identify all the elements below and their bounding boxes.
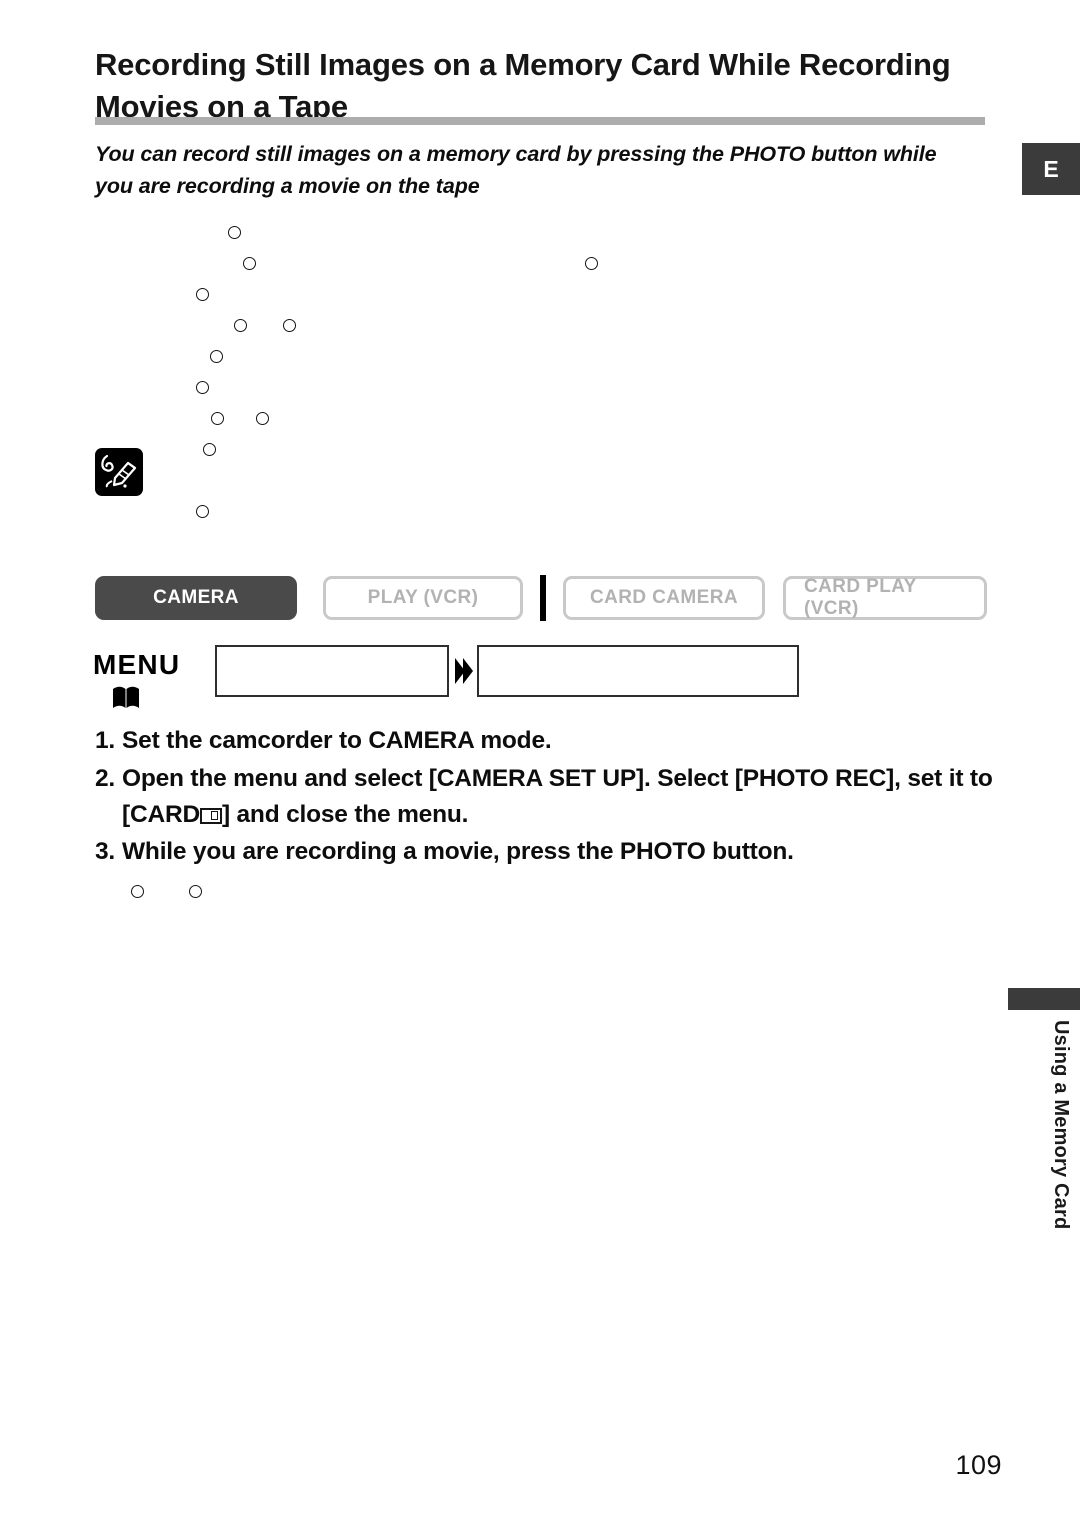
note-bullet: [196, 288, 209, 301]
note-bullet: [211, 412, 224, 425]
page-number: 109: [955, 1450, 1002, 1480]
note-bullet: [585, 257, 598, 270]
menu-box-first[interactable]: [215, 645, 449, 697]
lead-line-2: you are recording a movie on the tape: [95, 174, 480, 199]
steps-list: 1. Set the camcorder to CAMERA mode. 2. …: [95, 723, 1000, 872]
mode-divider: [540, 575, 546, 621]
menu-row: MENU: [93, 645, 799, 716]
note-bullet: [283, 319, 296, 332]
note-bullet: [234, 319, 247, 332]
open-book-icon: [111, 685, 215, 716]
note-bullet: [196, 381, 209, 394]
lead-paragraph: You can record still images on a memory …: [95, 138, 1055, 203]
side-tab-label: Using a Memory Card: [1050, 1020, 1072, 1230]
post-step-bullet: [189, 885, 202, 898]
mode-button-camera[interactable]: CAMERA: [95, 576, 297, 620]
mode-button-play-vcr[interactable]: PLAY (VCR): [323, 576, 523, 620]
note-bullet: [256, 412, 269, 425]
lead-line-1: You can record still images on a memory …: [95, 142, 937, 166]
step-3: 3. While you are recording a movie, pres…: [95, 834, 1000, 870]
heading-rule: [95, 117, 985, 125]
memory-card-icon: [199, 807, 222, 824]
side-tab-bar: [1008, 988, 1080, 1010]
step-1-number: 1.: [95, 727, 116, 754]
page-title: Recording Still Images on a Memory Card …: [95, 47, 951, 124]
step-1-text: Set the camcorder to CAMERA mode.: [122, 727, 552, 754]
step-3-text: While you are recording a movie, press t…: [122, 838, 794, 866]
memo-pencil-icon: [95, 448, 143, 496]
step-2: 2. Open the menu and select [CAMERA SET …: [95, 761, 1000, 833]
double-chevron-right-icon: [449, 645, 477, 697]
language-tab: E: [1022, 143, 1080, 195]
step-2-number: 2.: [95, 764, 116, 792]
step-1: 1. Set the camcorder to CAMERA mode.: [95, 723, 1000, 759]
note-block: [0, 215, 1080, 609]
note-bullet: [203, 443, 216, 456]
note-bullet: [228, 226, 241, 239]
note-bullet: [243, 257, 256, 270]
menu-box-second[interactable]: [477, 645, 799, 697]
mode-button-row: CAMERA PLAY (VCR) CARD CAMERA CARD PLAY …: [95, 575, 987, 621]
menu-label: MENU: [93, 649, 181, 680]
step-2-text: Open the menu and select [CAMERA SET UP]…: [122, 761, 1000, 833]
menu-label-group: MENU: [93, 645, 215, 716]
step-3-number: 3.: [95, 838, 116, 866]
mode-button-card-play-vcr[interactable]: CARD PLAY (VCR): [783, 576, 987, 620]
mode-button-card-camera[interactable]: CARD CAMERA: [563, 576, 765, 620]
note-bullet: [196, 505, 209, 518]
post-step-bullet: [131, 885, 144, 898]
step-2-text-after: ] and close the menu.: [221, 800, 469, 828]
note-bullet: [210, 350, 223, 363]
